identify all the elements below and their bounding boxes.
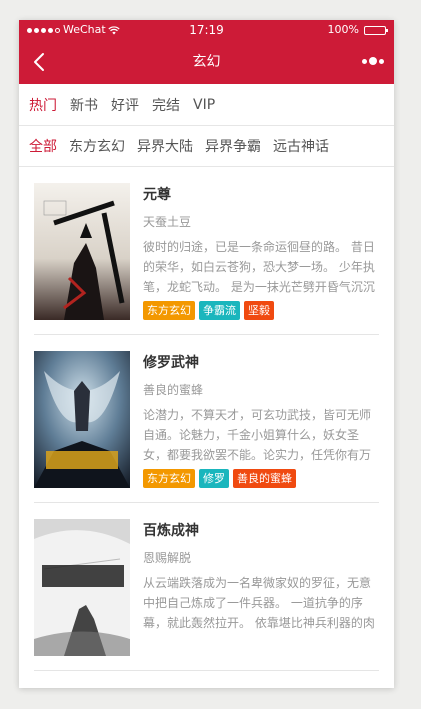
book-tags: 东方玄幻 争霸流 坚毅 bbox=[143, 301, 379, 320]
book-description: 彼时的归途，已是一条命运徊昼的路。 昔日的荣华，如白云苍狗，恐大梦一场。 少年执… bbox=[143, 240, 375, 294]
book-list: 元尊天蚕土豆彼时的归途，已是一条命运徊昼的路。 昔日的荣华，如白云苍狗，恐大梦一… bbox=[19, 167, 394, 671]
battery-status: 100% bbox=[327, 20, 388, 40]
status-bar: WeChat 17:19 100% bbox=[19, 20, 394, 40]
book-tag[interactable]: 争霸流 bbox=[199, 301, 240, 320]
book-list-item[interactable]: 修罗武神 善良的蜜蜂 论潜力，不算天才，可玄功武技，皆可无师自通。论魅力，千金小姐算… bbox=[34, 335, 379, 503]
book-list-item[interactable]: 元尊天蚕土豆彼时的归途，已是一条命运徊昼的路。 昔日的荣华，如白云苍狗，恐大梦一… bbox=[34, 167, 379, 335]
book-title[interactable]: 百炼成神 bbox=[143, 520, 379, 540]
category-tabs: 全部 东方玄幻 异界大陆 异界争霸 远古神话 bbox=[19, 126, 394, 167]
tab-sort-0[interactable]: 热门 bbox=[29, 95, 57, 115]
book-tag[interactable]: 东方玄幻 bbox=[143, 469, 195, 488]
sort-tabs: 热门 新书 好评 完结 VIP bbox=[19, 84, 394, 126]
book-tag[interactable]: 善良的蜜蜂 bbox=[233, 469, 296, 488]
page-title: 玄幻 bbox=[192, 54, 221, 70]
book-tag[interactable]: 东方玄幻 bbox=[143, 301, 195, 320]
tab-category-2[interactable]: 异界大陆 bbox=[137, 136, 193, 156]
book-info: 元尊天蚕土豆彼时的归途，已是一条命运徊昼的路。 昔日的荣华，如白云苍狗，恐大梦一… bbox=[143, 183, 379, 320]
book-author: 善良的蜜蜂 bbox=[143, 383, 204, 397]
tab-sort-3[interactable]: 完结 bbox=[152, 95, 180, 115]
book-info: 百炼成神恩赐解脱从云端跌落成为一名卑微家奴的罗征，无意中把自己炼成了一件兵器。 … bbox=[143, 519, 379, 655]
book-list-item[interactable]: 百炼成神恩赐解脱从云端跌落成为一名卑微家奴的罗征，无意中把自己炼成了一件兵器。 … bbox=[34, 503, 379, 671]
book-description: 论潜力，不算天才，可玄功武技，皆可无师自通。论魅力，千金小姐算什么，妖女圣女，都… bbox=[143, 408, 372, 462]
book-tag[interactable]: 修罗 bbox=[199, 469, 229, 488]
tab-sort-2[interactable]: 好评 bbox=[111, 95, 139, 115]
book-cover-image[interactable] bbox=[34, 183, 130, 320]
tab-category-4[interactable]: 远古神话 bbox=[273, 136, 329, 156]
tab-sort-1[interactable]: 新书 bbox=[70, 95, 98, 115]
tab-category-1[interactable]: 东方玄幻 bbox=[69, 136, 125, 156]
book-author: 恩赐解脱 bbox=[143, 551, 192, 565]
book-cover-image[interactable] bbox=[34, 519, 130, 656]
battery-percent: 100% bbox=[327, 23, 359, 36]
book-info: 修罗武神 善良的蜜蜂 论潜力，不算天才，可玄功武技，皆可无师自通。论魅力，千金小姐算… bbox=[143, 351, 379, 488]
book-description: 从云端跌落成为一名卑微家奴的罗征，无意中把自己炼成了一件兵器。 一道抗争的序幕，… bbox=[143, 576, 375, 630]
battery-icon bbox=[364, 25, 388, 35]
book-tag[interactable]: 坚毅 bbox=[244, 301, 274, 320]
book-cover-image[interactable] bbox=[34, 351, 130, 488]
book-tags: 东方玄幻 修罗 善良的蜜蜂 bbox=[143, 469, 379, 488]
nav-bar: 玄幻 bbox=[19, 40, 394, 84]
tab-category-0[interactable]: 全部 bbox=[29, 136, 57, 156]
book-title[interactable]: 元尊 bbox=[143, 184, 379, 204]
more-icon[interactable] bbox=[362, 57, 384, 65]
book-author: 天蚕土豆 bbox=[143, 215, 192, 229]
book-title[interactable]: 修罗武神 bbox=[143, 352, 379, 372]
phone-screen: WeChat 17:19 100% 玄幻 热门 新书 好评 完结 VIP 全部 东方玄幻异… bbox=[19, 20, 394, 688]
tab-sort-4[interactable]: VIP bbox=[193, 97, 215, 113]
tab-category-3[interactable]: 异界争霸 bbox=[205, 136, 261, 156]
